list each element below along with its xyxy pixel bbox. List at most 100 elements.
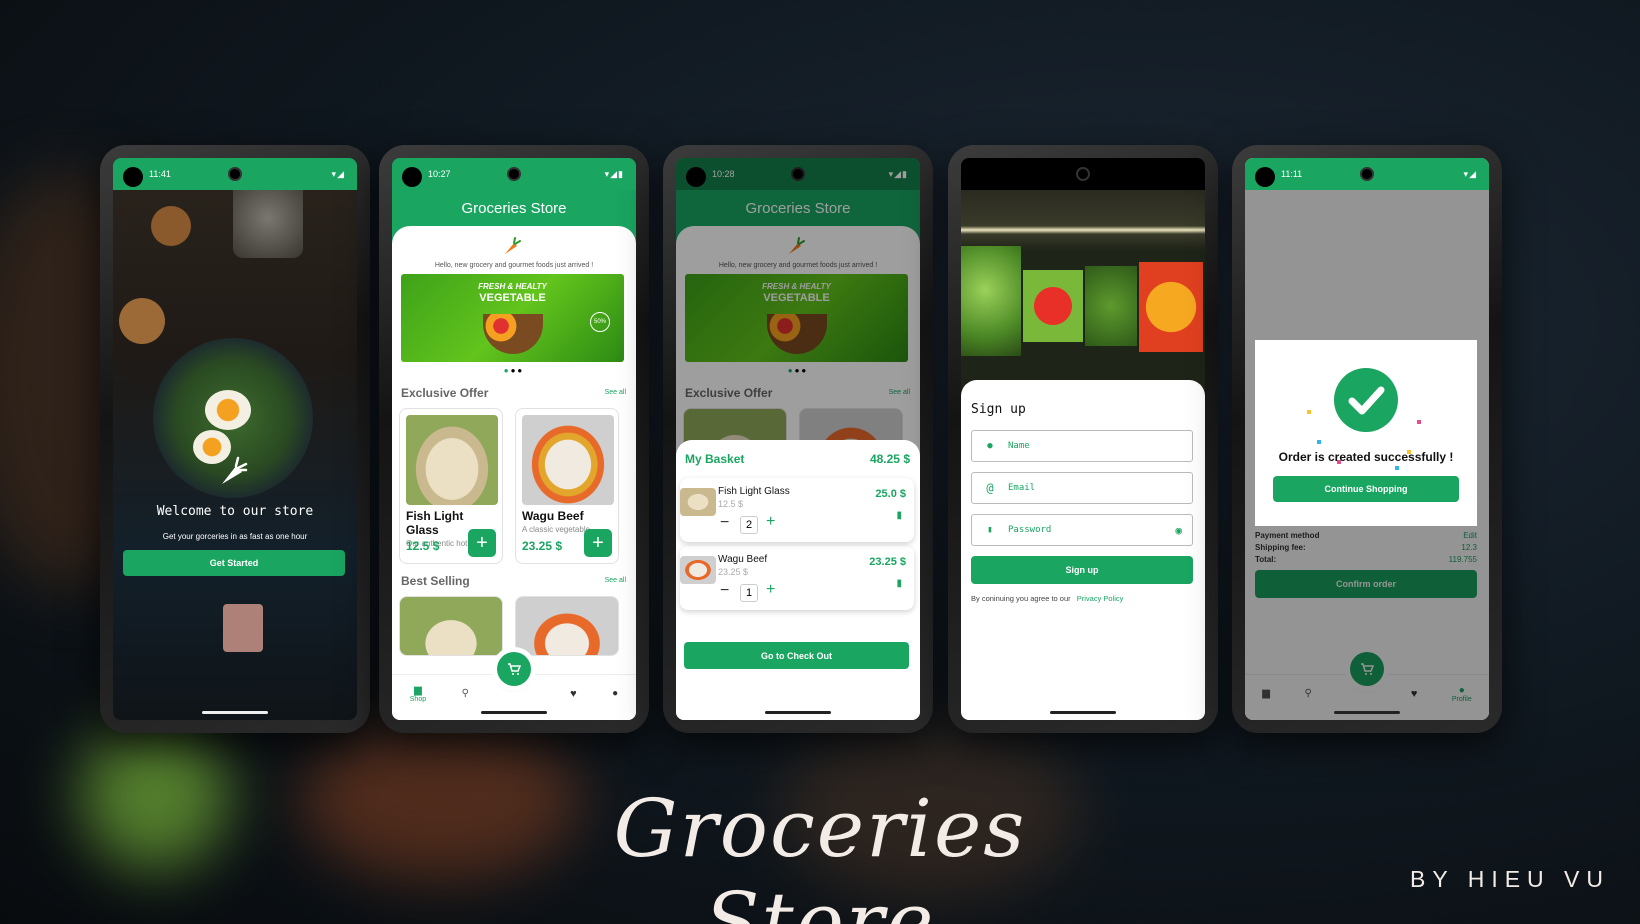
front-camera	[1360, 167, 1374, 181]
signup-title: Sign up	[971, 402, 1026, 417]
trash-icon[interactable]: ▮	[896, 510, 902, 521]
pepper-image	[1023, 270, 1083, 342]
add-to-cart-button[interactable]: +	[468, 529, 496, 557]
discount-badge: 50%	[590, 312, 610, 332]
home-indicator	[1050, 711, 1116, 714]
eye-icon[interactable]: ◉	[1175, 524, 1182, 537]
success-message: Order is created successfully !	[1278, 450, 1454, 464]
item-name: Fish Light Glass	[718, 486, 790, 497]
see-all-link[interactable]: See all	[605, 389, 626, 396]
confetti	[1307, 400, 1427, 480]
item-unit-price: 12.5 $	[718, 499, 744, 509]
privacy-policy-link[interactable]: Privacy Policy	[1077, 594, 1124, 603]
cookie-image	[151, 206, 191, 246]
vegetable-basket-image	[483, 314, 543, 354]
name-field[interactable]: ● Name	[971, 430, 1193, 462]
continue-shopping-button[interactable]: Continue Shopping	[1273, 476, 1459, 502]
phone-home: 10:27 ▾◢▮ Groceries Store Hello, new gro…	[379, 145, 649, 733]
carousel-dot[interactable]: ●●	[511, 366, 525, 375]
promo-banner[interactable]: FRESH & HEALTY VEGETABLE 50%	[401, 274, 624, 362]
status-bar	[961, 158, 1205, 190]
phone-signup: Sign up ● Name @ Email ▮ Password ◉ Sign up …	[948, 145, 1218, 733]
search-icon: ⚲	[461, 688, 469, 699]
at-icon: @	[986, 481, 994, 495]
add-to-cart-button[interactable]: +	[584, 529, 612, 557]
basket-item: Fish Light Glass 12.5 $ − 2 + 25.0 $ ▮	[680, 478, 914, 542]
section-title-best-selling: Best Selling	[401, 574, 470, 588]
decrease-qty-button[interactable]: −	[720, 582, 729, 600]
orange-pepper-image	[1139, 262, 1203, 352]
product-image	[406, 415, 498, 505]
home-indicator	[1334, 711, 1400, 714]
content-panel: Hello, new grocery and gourmet foods jus…	[392, 226, 636, 720]
nav-favorites[interactable]: ♥	[570, 688, 577, 700]
product-card-partial[interactable]	[399, 596, 503, 656]
greeting-text: Hello, new grocery and gourmet foods jus…	[434, 262, 594, 269]
increase-qty-button[interactable]: +	[766, 513, 775, 531]
terms-text: By coninuing you agree to our Privacy Po…	[971, 594, 1123, 603]
status-bar: 11:41 ▾◢	[113, 158, 357, 190]
signal-icons: ▾◢▮	[604, 168, 624, 179]
name-placeholder: Name	[1008, 441, 1030, 451]
password-placeholder: Password	[1008, 525, 1052, 535]
carrot-icon	[502, 236, 522, 261]
home-screen: 10:27 ▾◢▮ Groceries Store Hello, new gro…	[392, 158, 636, 720]
item-unit-price: 23.25 $	[718, 567, 749, 577]
front-camera	[507, 167, 521, 181]
banner-line1: FRESH & HEALTY	[478, 282, 547, 291]
item-image	[680, 556, 716, 584]
status-time: 11:41	[149, 169, 171, 179]
carousel-dots[interactable]: ●●●	[392, 366, 636, 375]
quantity-value[interactable]: 1	[740, 584, 758, 602]
salt-block-image	[223, 604, 263, 652]
lock-icon: ▮	[987, 525, 993, 535]
carousel-dot-active[interactable]: ●	[504, 366, 511, 375]
quantity-value[interactable]: 2	[740, 516, 758, 534]
status-time: 10:27	[428, 169, 451, 179]
item-name: Wagu Beef	[718, 554, 768, 565]
decrease-qty-button[interactable]: −	[720, 514, 729, 532]
store-icon: ▆	[414, 684, 422, 696]
home-indicator	[481, 711, 547, 714]
banner-line2: VEGETABLE	[479, 292, 546, 304]
see-all-link[interactable]: See all	[605, 577, 626, 584]
basket-title: My Basket	[685, 452, 745, 466]
camera-cutout	[1255, 167, 1275, 187]
increase-qty-button[interactable]: +	[766, 581, 775, 599]
phone-basket: 10:28 ▾◢▮ Groceries Store Hello, new gro…	[663, 145, 933, 733]
signup-panel: Sign up ● Name @ Email ▮ Password ◉ Sign up …	[961, 380, 1205, 720]
trash-icon[interactable]: ▮	[896, 578, 902, 589]
basket-item: Wagu Beef 23.25 $ − 1 + 23.25 $ ▮	[680, 546, 914, 610]
produce-shelf-image	[961, 190, 1205, 390]
camera-cutout	[402, 167, 422, 187]
cart-button[interactable]	[497, 652, 531, 686]
nav-shop[interactable]: ▆ Shop	[410, 685, 426, 703]
password-field[interactable]: ▮ Password ◉	[971, 514, 1193, 546]
welcome-screen: 11:41 ▾◢ Welcome to our store Get your g…	[113, 158, 357, 720]
phone-order-success: 11:11 ▾◢ Payment method Edit Shipping fee…	[1232, 145, 1502, 733]
basket-sheet: My Basket 48.25 $ Fish Light Glass 12.5 …	[676, 440, 920, 720]
promo-author: BY HIEU VU	[1410, 866, 1610, 892]
background-blur-lime	[80, 720, 230, 870]
product-card[interactable]: Fish Light Glass Our authentic hot 12.5 …	[399, 408, 503, 564]
nav-profile[interactable]: ●	[612, 688, 618, 699]
section-title-exclusive: Exclusive Offer	[401, 386, 489, 400]
person-icon: ●	[612, 688, 619, 699]
signup-button[interactable]: Sign up	[971, 556, 1193, 584]
product-image	[522, 415, 614, 505]
phone-welcome: 11:41 ▾◢ Welcome to our store Get your g…	[100, 145, 370, 733]
success-dialog: Order is created successfully ! Continue…	[1255, 340, 1477, 526]
signal-icons: ▾◢	[331, 168, 345, 179]
confetti-piece	[1317, 440, 1321, 444]
nav-search[interactable]: ⚲	[462, 688, 469, 699]
product-card-partial[interactable]	[515, 596, 619, 656]
carrot-logo-icon	[216, 454, 250, 488]
product-price: 12.5 $	[406, 539, 440, 553]
checkout-button[interactable]: Go to Check Out	[684, 642, 909, 669]
product-card[interactable]: Wagu Beef A classic vegetable 23.25 $ +	[515, 408, 619, 564]
person-icon: ●	[987, 441, 993, 451]
promo-title: Groceries Store	[613, 782, 1027, 924]
get-started-button[interactable]: Get Started	[123, 550, 345, 576]
email-field[interactable]: @ Email	[971, 472, 1193, 504]
order-screen: 11:11 ▾◢ Payment method Edit Shipping fee…	[1245, 158, 1489, 720]
